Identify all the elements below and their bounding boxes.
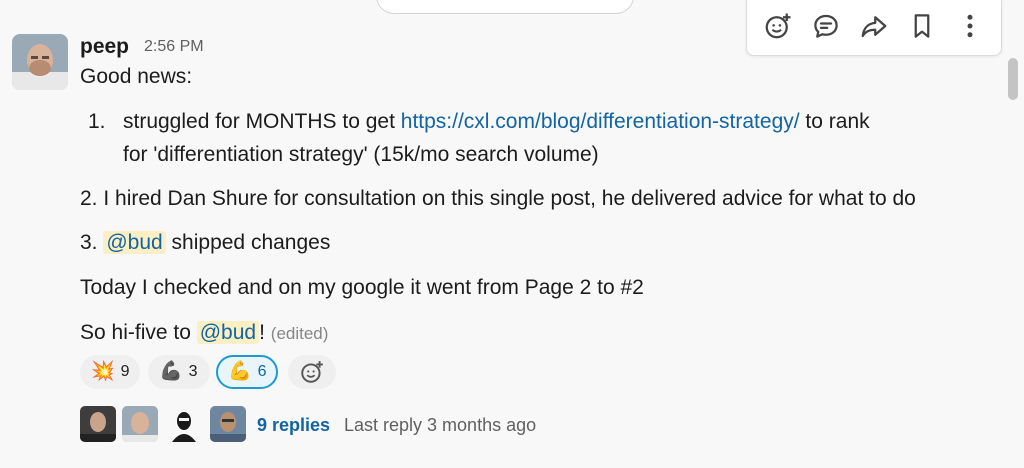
- share-button[interactable]: [859, 11, 889, 41]
- timestamp[interactable]: 2:56 PM: [144, 37, 204, 57]
- message-today: Today I checked and on my google it went…: [80, 276, 644, 299]
- list-item-2: 2. I hired Dan Shure for consultation on…: [80, 187, 916, 210]
- message-intro: Good news:: [80, 65, 193, 88]
- text: 3.: [80, 231, 104, 254]
- message: peep 2:56 PM Good news: 1. struggled for…: [0, 0, 1024, 468]
- reaction-flexed-biceps[interactable]: 💪 6: [216, 355, 278, 389]
- reaction-count: 9: [120, 363, 130, 380]
- flexed-biceps-icon: 💪: [228, 361, 252, 382]
- author-name[interactable]: peep: [80, 34, 129, 60]
- reaction-flexed-biceps-dark[interactable]: 💪 3: [148, 355, 210, 389]
- participant-avatar: [122, 406, 158, 442]
- share-icon: [861, 16, 887, 38]
- text: So hi-five to: [80, 321, 197, 344]
- text: to rank: [799, 110, 870, 133]
- text: !: [259, 321, 265, 344]
- save-button[interactable]: [907, 11, 937, 41]
- replies-link[interactable]: 9 replies: [257, 415, 330, 436]
- edited-label: (edited): [270, 324, 329, 343]
- user-mention[interactable]: @bud: [196, 321, 260, 344]
- add-reaction-icon: [301, 361, 323, 383]
- reaction-count: 6: [257, 363, 267, 380]
- flexed-biceps-icon: 💪: [159, 361, 183, 382]
- reaction-collision[interactable]: 💥 9: [80, 355, 140, 389]
- reply-in-thread-icon: [814, 14, 838, 38]
- message-actions-toolbar: [746, 0, 1002, 56]
- text: struggled for MONTHS to get: [123, 110, 401, 133]
- participant-avatar: [80, 406, 116, 442]
- list-item-1: 1.: [88, 108, 106, 136]
- add-reaction-button[interactable]: [288, 355, 336, 389]
- more-actions-button[interactable]: [955, 11, 985, 41]
- user-mention[interactable]: @bud: [103, 231, 166, 254]
- list-number: 1.: [88, 110, 106, 133]
- blog-link[interactable]: https://cxl.com/blog/differentiation-str…: [401, 110, 800, 133]
- reaction-count: 3: [188, 363, 198, 380]
- collision-emoji-icon: 💥: [91, 361, 115, 382]
- add-reaction-icon: [765, 13, 791, 39]
- bookmark-icon: [914, 14, 930, 38]
- text: shipped changes: [165, 231, 331, 254]
- participant-avatar: [210, 406, 246, 442]
- list-item-1-continuation: for 'differentiation strategy' (15k/mo s…: [123, 143, 599, 166]
- more-actions-icon: [967, 14, 973, 38]
- list-item-3: 3. @bud shipped changes: [80, 229, 330, 257]
- participant-avatar: [166, 406, 202, 442]
- last-reply-time: Last reply 3 months ago: [344, 415, 537, 435]
- add-reaction-toolbar-button[interactable]: [763, 11, 793, 41]
- list-item-1-text: struggled for MONTHS to get https://cxl.…: [123, 108, 870, 136]
- scrollbar[interactable]: [1008, 58, 1018, 100]
- message-hifive: So hi-five to @bud! (edited): [80, 319, 328, 348]
- reply-in-thread-button[interactable]: [811, 11, 841, 41]
- avatar[interactable]: [12, 34, 68, 90]
